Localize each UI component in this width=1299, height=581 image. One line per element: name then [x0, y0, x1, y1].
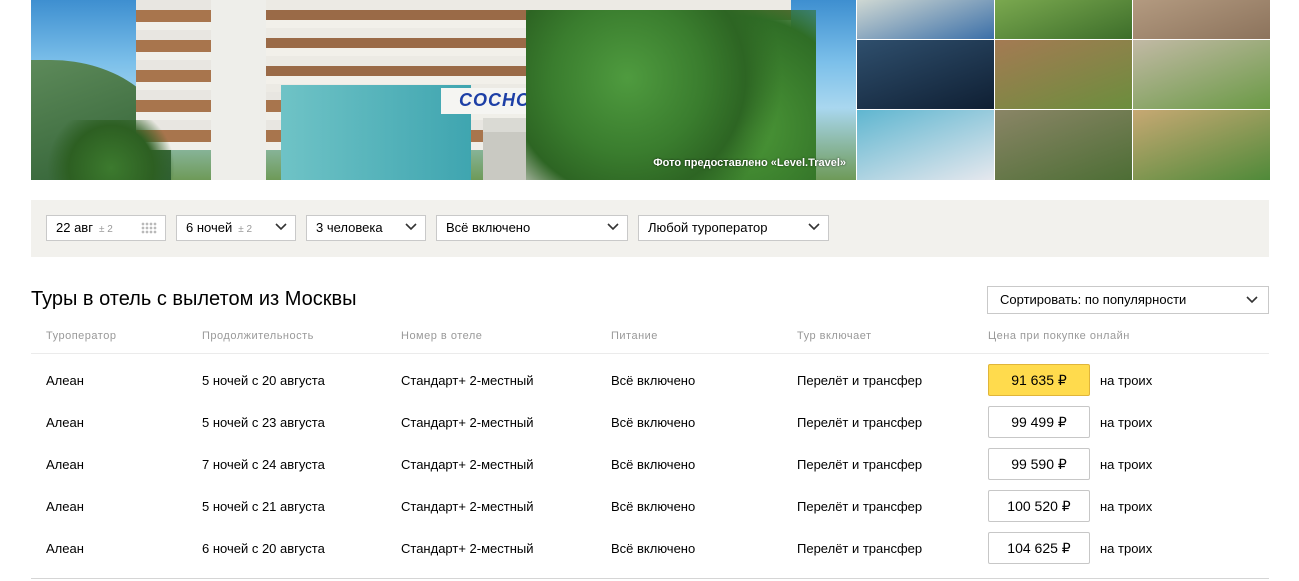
photo-credit: Фото предоставлено «Level.Travel» [653, 157, 846, 169]
row-meal: Всё включено [611, 457, 696, 472]
nights-select[interactable]: 6 ночей ± 2 [176, 215, 296, 241]
hotel-gallery: СОСНОВАЯ Фото предоставлено «Level.Trave… [31, 0, 1270, 180]
col-operator: Туроператор [46, 330, 117, 342]
tours-table-header: Туроператор Продолжительность Номер в от… [0, 330, 1299, 352]
col-includes: Тур включает [797, 330, 872, 342]
photo-bushes [41, 120, 181, 180]
row-meal: Всё включено [611, 373, 696, 388]
row-room: Стандарт+ 2-местный [401, 415, 534, 430]
price-button[interactable]: 99 590 ₽ [988, 448, 1090, 480]
tours-section-title: Туры в отель с вылетом из Москвы [31, 288, 357, 310]
row-operator: Алеан [46, 541, 84, 556]
price-per: на троих [1100, 373, 1153, 388]
chevron-down-icon [808, 223, 820, 231]
row-operator: Алеан [46, 415, 84, 430]
stone-arch-thumb[interactable] [1133, 40, 1270, 109]
gallery-thumbnails [857, 0, 1270, 180]
row-meal: Всё включено [611, 541, 696, 556]
wood-sculpture-thumb[interactable] [995, 40, 1132, 109]
stage-show-thumb[interactable] [857, 40, 994, 109]
col-meal: Питание [611, 330, 658, 342]
photo-tower [211, 0, 266, 180]
row-duration: 5 ночей с 21 августа [202, 499, 325, 514]
sort-select[interactable]: Сортировать: по популярности [987, 286, 1269, 314]
price-per: на троих [1100, 415, 1153, 430]
table-row[interactable]: Алеан 7 ночей с 24 августа Стандарт+ 2-м… [0, 444, 1299, 486]
operator-value: Любой туроператор [648, 220, 768, 235]
kids-dance-thumb[interactable] [857, 110, 994, 180]
meal-value: Всё включено [446, 220, 531, 235]
header-divider [31, 353, 1269, 354]
price-per: на троих [1100, 541, 1153, 556]
row-operator: Алеан [46, 499, 84, 514]
row-duration: 6 ночей с 20 августа [202, 541, 325, 556]
price-button[interactable]: 91 635 ₽ [988, 364, 1090, 396]
table-row[interactable]: Алеан 5 ночей с 21 августа Стандарт+ 2-м… [0, 486, 1299, 528]
bottom-divider [31, 578, 1269, 579]
chevron-down-icon [607, 223, 619, 231]
row-room: Стандарт+ 2-местный [401, 499, 534, 514]
photo-trees [526, 10, 816, 180]
row-includes: Перелёт и трансфер [797, 373, 923, 388]
chevron-down-icon [1246, 296, 1258, 304]
operator-select[interactable]: Любой туроператор [638, 215, 829, 241]
chevron-down-icon [275, 223, 287, 231]
garden-gate-thumb[interactable] [1133, 110, 1270, 180]
date-value: 22 авг [56, 220, 93, 235]
price-button[interactable]: 99 499 ₽ [988, 406, 1090, 438]
price-button[interactable]: 104 625 ₽ [988, 532, 1090, 564]
meal-select[interactable]: Всё включено [436, 215, 628, 241]
stone-carving-thumb[interactable] [1133, 0, 1270, 39]
row-duration: 5 ночей с 23 августа [202, 415, 325, 430]
row-operator: Алеан [46, 373, 84, 388]
row-includes: Перелёт и трансфер [797, 499, 923, 514]
row-meal: Всё включено [611, 499, 696, 514]
sort-label: Сортировать: по популярности [1000, 292, 1187, 307]
col-price: Цена при покупке онлайн [988, 330, 1130, 342]
date-picker[interactable]: 22 авг ± 2 [46, 215, 166, 241]
row-operator: Алеан [46, 457, 84, 472]
people-value: 3 человека [316, 220, 383, 235]
price-button[interactable]: 100 520 ₽ [988, 490, 1090, 522]
hotel-main-photo[interactable]: СОСНОВАЯ Фото предоставлено «Level.Trave… [31, 0, 856, 180]
col-room: Номер в отеле [401, 330, 483, 342]
price-per: на троих [1100, 499, 1153, 514]
row-duration: 5 ночей с 20 августа [202, 373, 325, 388]
row-includes: Перелёт и трансфер [797, 457, 923, 472]
people-select[interactable]: 3 человека [306, 215, 426, 241]
table-row[interactable]: Алеан 5 ночей с 23 августа Стандарт+ 2-м… [0, 402, 1299, 444]
row-meal: Всё включено [611, 415, 696, 430]
nights-value: 6 ночей [186, 220, 233, 235]
chevron-down-icon [405, 223, 417, 231]
price-per: на троих [1100, 457, 1153, 472]
park-thumb[interactable] [857, 0, 994, 39]
garden-thumb[interactable] [995, 0, 1132, 39]
col-duration: Продолжительность [202, 330, 314, 342]
row-includes: Перелёт и трансфер [797, 415, 923, 430]
row-duration: 7 ночей с 24 августа [202, 457, 325, 472]
row-room: Стандарт+ 2-местный [401, 541, 534, 556]
row-room: Стандарт+ 2-местный [401, 457, 534, 472]
date-flex: ± 2 [98, 224, 113, 235]
statue-thumb[interactable] [995, 110, 1132, 180]
nights-flex: ± 2 [238, 224, 253, 235]
table-row[interactable]: Алеан 6 ночей с 20 августа Стандарт+ 2-м… [0, 528, 1299, 570]
calendar-icon [141, 222, 157, 234]
row-room: Стандарт+ 2-местный [401, 373, 534, 388]
search-filters: 22 авг ± 2 6 ночей ± 2 3 человека Всё вклю… [31, 200, 1269, 257]
row-includes: Перелёт и трансфер [797, 541, 923, 556]
table-row[interactable]: Алеан 5 ночей с 20 августа Стандарт+ 2-м… [0, 360, 1299, 402]
